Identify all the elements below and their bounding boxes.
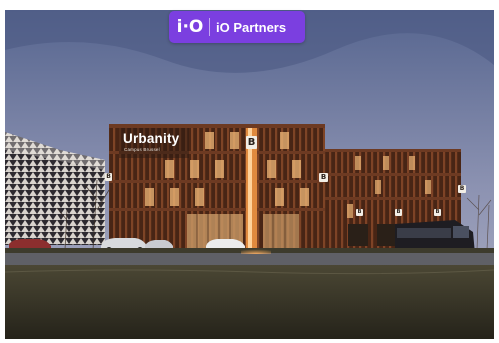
building-photo [5,10,494,339]
marker-b-annex-1: B [356,209,363,216]
building-sign-subtitle: Campus Brussel [124,147,160,152]
marker-b-annex-2: B [395,209,402,216]
marker-b-left: B [105,173,112,181]
marker-b-main: B [246,136,257,149]
badge-label: iO Partners [216,19,287,35]
photo-frame: i·O iO Partners Urbanity Campus Brussel … [0,0,499,343]
marker-b-right: B [458,185,466,193]
marker-b-center: B [319,173,328,182]
marker-b-annex-3: B [434,209,441,216]
io-logo: i·O [176,17,204,37]
building-sign-title: Urbanity [123,131,180,146]
io-partners-badge: i·O iO Partners [169,11,305,43]
badge-divider [209,18,210,36]
building-scene-illustration [5,10,494,339]
